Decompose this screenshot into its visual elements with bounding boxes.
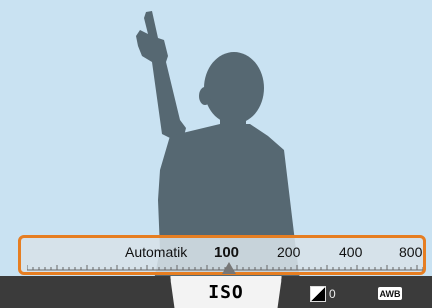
iso-option-100[interactable]: 100 [214,244,239,261]
iso-option-400[interactable]: 400 [339,244,362,260]
iso-tab-label: ISO [208,281,244,303]
iso-pointer-icon [222,262,236,274]
camera-screen: Automatik 100 200 400 800 ISO 0 AWB [0,0,432,308]
iso-option-800[interactable]: 800 [399,244,422,260]
exposure-icon [310,286,326,302]
exposure-compensation[interactable]: 0 [310,286,336,302]
awb-label: AWB [379,288,401,299]
iso-mode-label: Automatik [125,244,188,260]
exposure-value: 0 [329,287,336,301]
tab-iso[interactable]: ISO [170,276,282,308]
white-balance-badge[interactable]: AWB [378,287,402,300]
iso-option-200[interactable]: 200 [277,244,300,260]
